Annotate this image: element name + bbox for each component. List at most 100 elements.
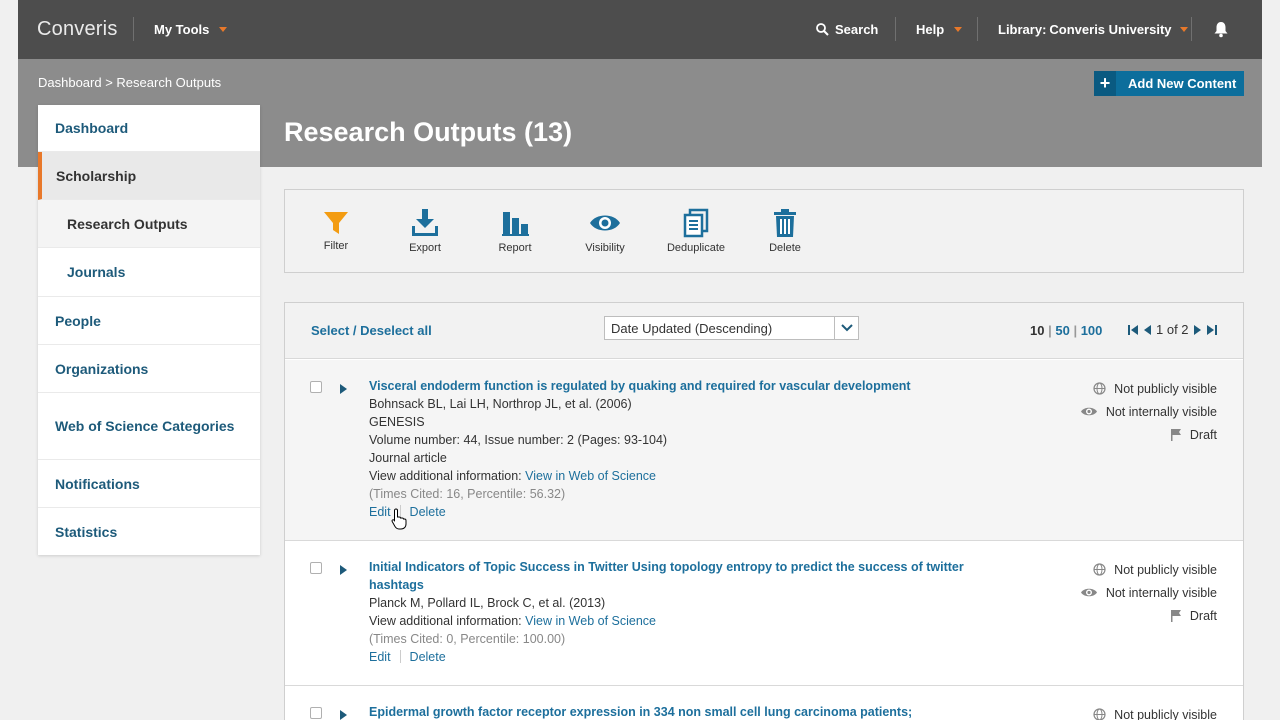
previous-page-icon[interactable] <box>1143 324 1152 336</box>
expand-arrow-icon[interactable] <box>340 384 347 394</box>
delete-button[interactable]: Delete <box>750 208 820 254</box>
sort-dropdown-button[interactable] <box>834 317 858 339</box>
select-checkbox[interactable] <box>310 562 322 574</box>
internal-visibility-label: Not internally visible <box>1105 585 1217 600</box>
report-button[interactable]: Report <box>480 208 550 254</box>
library-prefix: Library: <box>998 22 1047 37</box>
list-item: Epidermal growth factor receptor express… <box>285 686 1243 720</box>
additional-info-label: View additional information: <box>369 469 526 483</box>
sort-value: Date Updated (Descending) <box>611 321 773 336</box>
chevron-down-icon <box>840 324 853 332</box>
export-label: Export <box>409 242 441 254</box>
deduplicate-label: Deduplicate <box>666 242 726 254</box>
sidebar-item-dashboard[interactable]: Dashboard <box>38 105 260 152</box>
eye-icon <box>590 215 620 231</box>
view-in-web-of-science-link[interactable]: View in Web of Science <box>525 614 656 628</box>
public-visibility-label: Not publicly visible <box>1114 562 1217 577</box>
sidebar-item-notifications[interactable]: Notifications <box>38 460 260 508</box>
select-checkbox[interactable] <box>310 707 322 719</box>
globe-icon <box>1093 382 1106 395</box>
record-citations: (Times Cited: 0, Percentile: 100.00) <box>369 632 566 646</box>
search-label: Search <box>835 22 879 37</box>
sidebar-item-journals[interactable]: Journals <box>38 248 260 297</box>
top-navigation-bar: Converis My Tools Search Help Library: C… <box>18 0 1262 59</box>
expand-arrow-icon[interactable] <box>340 710 347 720</box>
divider <box>1191 17 1192 41</box>
divider: | <box>1073 323 1081 338</box>
internal-visibility-status: Not internally visible <box>1047 581 1217 604</box>
record-details: Initial Indicators of Topic Success in T… <box>369 558 969 666</box>
draft-label: Draft <box>1189 427 1217 442</box>
edit-link[interactable]: Edit <box>369 505 391 519</box>
sidebar: Dashboard Scholarship Research Outputs J… <box>38 105 260 555</box>
divider <box>133 17 134 41</box>
add-new-content-button[interactable]: + Add New Content <box>1094 71 1244 96</box>
flag-icon <box>1170 429 1181 441</box>
app-frame: Converis My Tools Search Help Library: C… <box>18 0 1262 720</box>
results-panel: Select / Deselect all Date Updated (Desc… <box>284 302 1244 720</box>
divider <box>895 17 896 41</box>
visibility-button[interactable]: Visibility <box>570 208 640 254</box>
visibility-label: Visibility <box>585 242 625 254</box>
chevron-down-icon <box>1179 27 1188 32</box>
trash-icon <box>774 209 796 237</box>
additional-info-label: View additional information: <box>369 614 526 628</box>
record-volume: Volume number: 44, Issue number: 2 (Page… <box>369 433 668 447</box>
draft-status: Draft <box>1047 604 1217 627</box>
record-status: Not publicly visible Not internally visi… <box>1047 377 1217 446</box>
expand-arrow-icon[interactable] <box>340 565 347 575</box>
filter-button[interactable]: Filter <box>301 210 371 252</box>
add-new-content-label: Add New Content <box>1128 76 1237 91</box>
help-menu[interactable]: Help <box>916 22 963 37</box>
public-visibility-status: Not publicly visible <box>1047 558 1217 581</box>
record-actions: Edit Delete <box>369 503 969 521</box>
last-page-icon[interactable] <box>1206 324 1218 336</box>
delete-link[interactable]: Delete <box>410 505 446 519</box>
hand-cursor-icon <box>391 508 407 535</box>
export-button[interactable]: Export <box>390 208 460 254</box>
my-tools-menu[interactable]: My Tools <box>154 22 228 37</box>
record-title-link[interactable]: Visceral endoderm function is regulated … <box>369 377 969 395</box>
deduplicate-button[interactable]: Deduplicate <box>661 208 731 254</box>
public-visibility-label: Not publicly visible <box>1114 381 1217 396</box>
page-size-100[interactable]: 100 <box>1081 323 1103 338</box>
sidebar-item-web-of-science-categories[interactable]: Web of Science Categories <box>38 393 260 460</box>
sort-select[interactable]: Date Updated (Descending) <box>604 316 859 340</box>
sidebar-item-people[interactable]: People <box>38 297 260 345</box>
first-page-icon[interactable] <box>1127 324 1139 336</box>
page-size-10[interactable]: 10 <box>1030 323 1044 338</box>
filter-label: Filter <box>323 240 349 252</box>
flag-icon <box>1170 610 1181 622</box>
page-size-50[interactable]: 50 <box>1055 323 1069 338</box>
globe-icon <box>1093 708 1106 720</box>
record-title-link[interactable]: Initial Indicators of Topic Success in T… <box>369 558 969 594</box>
record-additional-info: View additional information: View in Web… <box>369 612 969 630</box>
record-additional-info: View additional information: View in Web… <box>369 467 969 485</box>
page-size-selector: 10 | 50 | 100 <box>1030 323 1102 338</box>
edit-link[interactable]: Edit <box>369 650 391 664</box>
search-button[interactable]: Search <box>816 22 878 37</box>
eye-icon <box>1080 407 1097 416</box>
sidebar-item-research-outputs[interactable]: Research Outputs <box>38 200 260 248</box>
public-visibility-status: Not publicly visible <box>1047 377 1217 400</box>
chevron-down-icon <box>219 27 228 32</box>
brand-logo[interactable]: Converis <box>37 18 118 41</box>
sidebar-item-organizations[interactable]: Organizations <box>38 345 260 393</box>
select-deselect-all-link[interactable]: Select / Deselect all <box>311 323 432 338</box>
internal-visibility-label: Not internally visible <box>1105 404 1217 419</box>
draft-status: Draft <box>1047 423 1217 446</box>
filter-icon <box>324 212 348 234</box>
delete-link[interactable]: Delete <box>410 650 446 664</box>
breadcrumb[interactable]: Dashboard > Research Outputs <box>38 75 221 90</box>
chevron-down-icon <box>954 27 963 32</box>
view-in-web-of-science-link[interactable]: View in Web of Science <box>525 469 656 483</box>
notifications-button[interactable] <box>1213 21 1229 43</box>
record-title-link[interactable]: Epidermal growth factor receptor express… <box>369 703 969 720</box>
select-checkbox[interactable] <box>310 381 322 393</box>
sidebar-item-scholarship[interactable]: Scholarship <box>38 152 260 200</box>
next-page-icon[interactable] <box>1193 324 1202 336</box>
library-menu[interactable]: Library: Converis University <box>998 22 1188 37</box>
record-citations: (Times Cited: 16, Percentile: 56.32) <box>369 487 566 501</box>
record-details: Epidermal growth factor receptor express… <box>369 703 969 720</box>
sidebar-item-statistics[interactable]: Statistics <box>38 508 260 555</box>
